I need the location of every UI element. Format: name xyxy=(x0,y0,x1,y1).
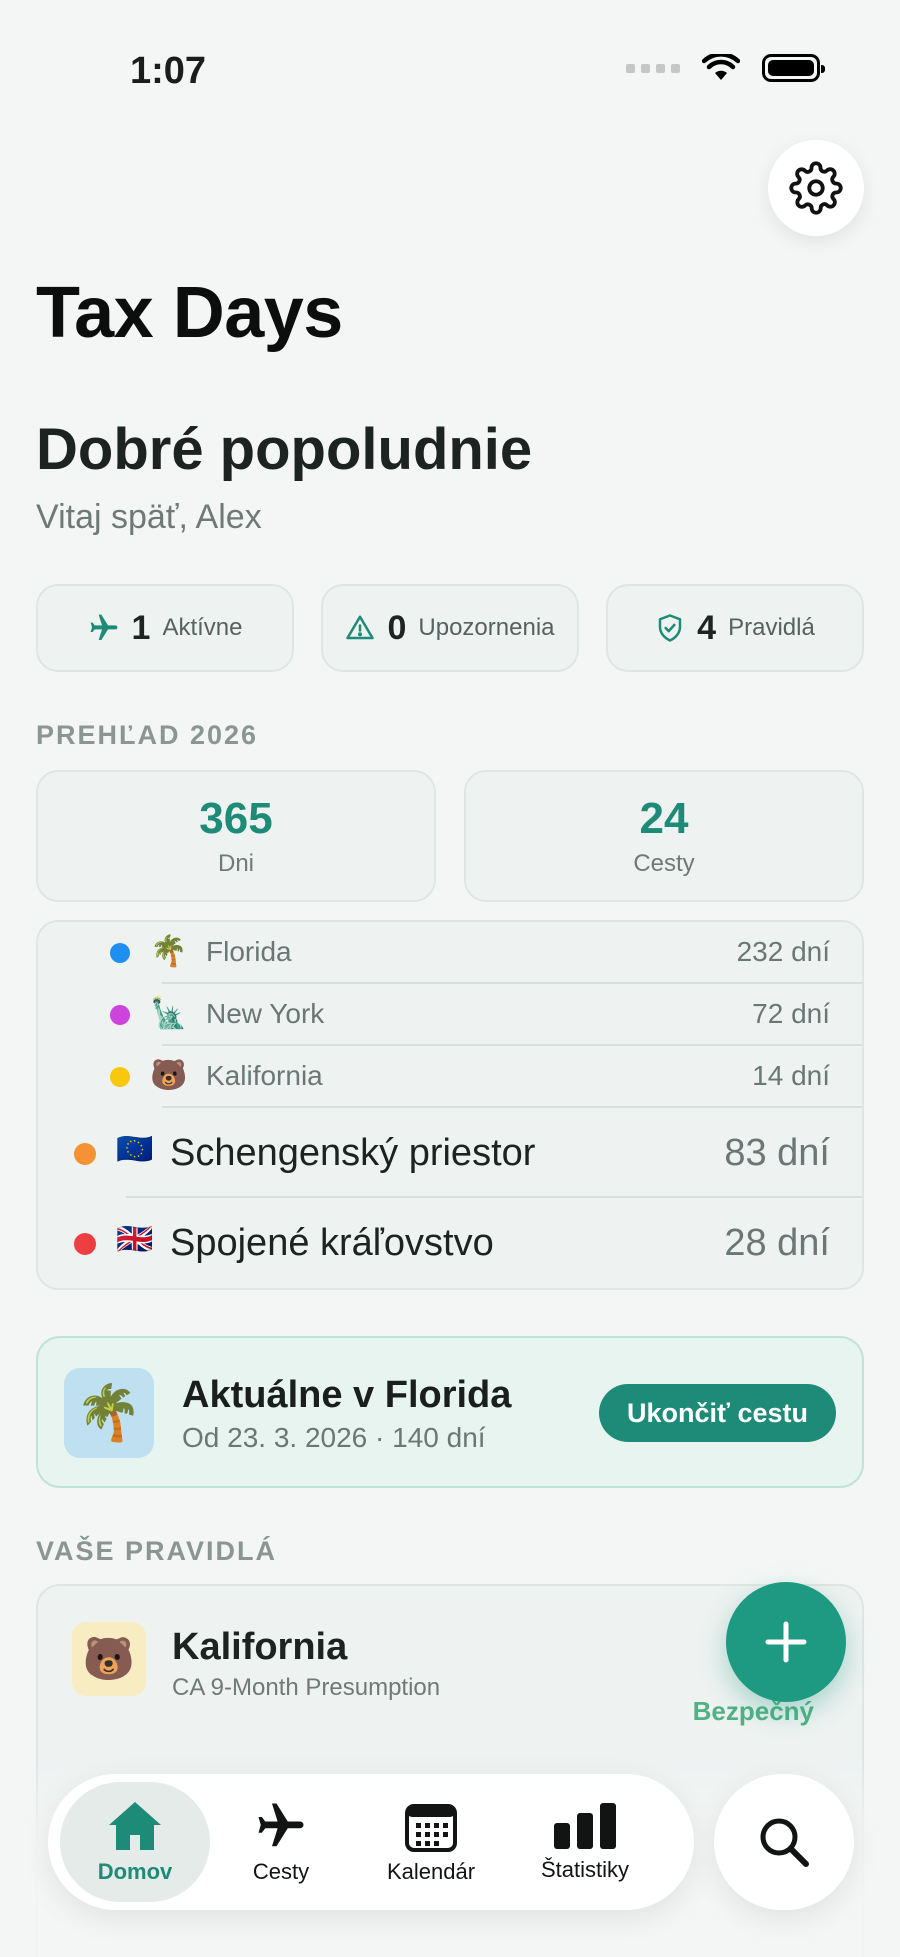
current-trip-card[interactable]: 🌴 Aktuálne v Florida Od 23. 3. 2026 · 14… xyxy=(36,1336,864,1488)
stat-value: 365 xyxy=(199,794,273,843)
region-name: Spojené kráľovstvo xyxy=(170,1222,494,1264)
palm-tree-icon: 🌴 xyxy=(64,1368,154,1458)
region-days: 83 dní xyxy=(724,1132,830,1174)
region-days: 232 dní xyxy=(736,936,830,967)
list-item-schengen[interactable]: 🇪🇺 Schengenský priestor 83 dní xyxy=(38,1108,862,1198)
section-label-rules: VAŠE PRAVIDLÁ xyxy=(36,1536,278,1566)
page-title: Tax Days xyxy=(36,273,343,353)
chip-label: Upozornenia xyxy=(418,614,555,641)
plus-icon xyxy=(765,1621,807,1663)
stat-trips[interactable]: 24 Cesty xyxy=(464,770,864,902)
tab-trips[interactable]: Cesty xyxy=(206,1782,356,1902)
rule-title: Kalifornia xyxy=(172,1626,348,1668)
battery-icon xyxy=(762,54,825,82)
stat-label: Dni xyxy=(217,850,254,877)
list-item-california[interactable]: 🐻 Kalifornia 14 dní xyxy=(38,1046,862,1108)
current-trip-meta: Od 23. 3. 2026 · 140 dní xyxy=(182,1422,486,1453)
tab-label: Domov xyxy=(97,1859,173,1884)
statue-of-liberty-icon: 🗽 xyxy=(150,997,188,1030)
settings-button[interactable] xyxy=(768,140,864,236)
tab-label: Štatistiky xyxy=(540,1857,630,1882)
chip-rules[interactable]: 4 Pravidlá xyxy=(606,584,864,672)
palm-tree-icon: 🌴 xyxy=(150,935,188,968)
tab-label: Cesty xyxy=(252,1859,310,1884)
chip-label: Pravidlá xyxy=(728,614,815,641)
color-dot xyxy=(110,943,130,963)
region-days: 14 dní xyxy=(752,1060,830,1091)
tab-bar: Domov Cesty Kalendár Štatistiky xyxy=(48,1774,694,1910)
overview-stats: 365 Dni 24 Cesty xyxy=(36,770,864,902)
airplane-icon xyxy=(90,614,117,640)
chip-active[interactable]: 1 Aktívne xyxy=(36,584,294,672)
color-dot xyxy=(110,1067,130,1087)
status-bar: 1:07 xyxy=(0,0,900,140)
calendar-icon xyxy=(405,1804,457,1852)
eu-flag-icon: 🇪🇺 xyxy=(116,1133,154,1166)
end-trip-button[interactable]: Ukončiť cestu xyxy=(599,1384,836,1442)
bear-icon: 🐻 xyxy=(72,1622,146,1696)
color-dot xyxy=(74,1143,96,1165)
warning-icon xyxy=(346,615,375,640)
greeting: Dobré popoludnie xyxy=(36,417,533,482)
region-name: Kalifornia xyxy=(206,1060,323,1091)
bear-icon: 🐻 xyxy=(150,1059,188,1092)
clock: 1:07 xyxy=(130,50,207,92)
search-icon xyxy=(760,1818,809,1867)
chip-label: Aktívne xyxy=(162,614,243,641)
stat-days[interactable]: 365 Dni xyxy=(36,770,436,902)
tab-label: Kalendár xyxy=(386,1859,476,1884)
chip-count: 4 xyxy=(697,608,717,647)
region-breakdown: 🌴 Florida 232 dní 🗽 New York 72 dní 🐻 Ka… xyxy=(36,920,864,1290)
color-dot xyxy=(110,1005,130,1025)
region-name: Schengenský priestor xyxy=(170,1132,536,1174)
summary-chips: 1 Aktívne 0 Upozornenia 4 Pravidlá xyxy=(36,584,864,672)
signal-icon xyxy=(626,63,680,73)
region-days: 72 dní xyxy=(752,998,830,1029)
tab-statistics[interactable]: Štatistiky xyxy=(510,1782,660,1902)
region-days: 28 dní xyxy=(724,1222,830,1264)
region-name: New York xyxy=(206,998,325,1029)
gear-icon xyxy=(789,161,843,215)
add-trip-button[interactable] xyxy=(726,1582,846,1702)
section-label-overview: PREHĽAD 2026 xyxy=(36,720,259,750)
chip-count: 0 xyxy=(387,608,407,647)
stat-value: 24 xyxy=(639,794,689,843)
uk-flag-icon: 🇬🇧 xyxy=(116,1223,154,1256)
status-icons xyxy=(626,54,825,82)
search-button[interactable] xyxy=(714,1774,854,1910)
stat-label: Cesty xyxy=(633,850,695,877)
rule-subtitle: CA 9-Month Presumption xyxy=(172,1674,441,1701)
shield-check-icon xyxy=(658,614,682,642)
tab-home[interactable]: Domov xyxy=(60,1782,210,1902)
tab-calendar[interactable]: Kalendár xyxy=(356,1782,506,1902)
list-item-florida[interactable]: 🌴 Florida 232 dní xyxy=(38,922,862,984)
airplane-icon xyxy=(258,1803,304,1847)
home-icon xyxy=(109,1802,161,1850)
bar-chart-icon xyxy=(554,1803,616,1849)
color-dot xyxy=(74,1233,96,1255)
list-item-new-york[interactable]: 🗽 New York 72 dní xyxy=(38,984,862,1046)
current-trip-title: Aktuálne v Florida xyxy=(182,1374,512,1416)
chip-count: 1 xyxy=(131,608,151,647)
list-item-uk[interactable]: 🇬🇧 Spojené kráľovstvo 28 dní xyxy=(38,1198,862,1288)
chip-warnings[interactable]: 0 Upozornenia xyxy=(321,584,579,672)
wifi-icon xyxy=(702,54,740,80)
region-name: Florida xyxy=(206,936,292,967)
welcome-text: Vitaj späť, Alex xyxy=(36,498,262,536)
